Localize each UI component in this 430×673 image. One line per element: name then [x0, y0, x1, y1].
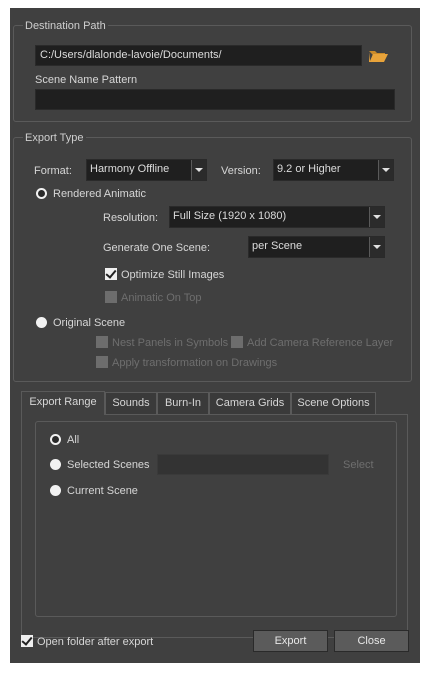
export-range-all-label: All	[67, 434, 80, 446]
folder-open-icon[interactable]	[368, 48, 390, 64]
resolution-select[interactable]: Full Size (1920 x 1080)	[169, 206, 385, 228]
add-camera-reference-checkbox[interactable]	[231, 336, 243, 348]
open-folder-label: Open folder after export	[37, 636, 154, 648]
chevron-down-icon	[369, 207, 384, 227]
generate-one-scene-label: Generate One Scene:	[103, 242, 211, 254]
current-scene-radio[interactable]	[50, 485, 61, 496]
apply-transformation-checkbox[interactable]	[96, 356, 108, 368]
tab-sounds[interactable]: Sounds	[105, 392, 157, 414]
selected-scenes-input[interactable]	[157, 454, 329, 475]
export-range-frame	[35, 421, 397, 617]
format-select[interactable]: Harmony Offline	[86, 159, 207, 181]
export-type-title: Export Type	[23, 131, 86, 145]
scene-name-pattern-label: Scene Name Pattern	[35, 74, 138, 86]
close-button[interactable]: Close	[334, 630, 409, 652]
optimize-still-images-checkbox[interactable]	[105, 268, 117, 280]
nest-panels-checkbox[interactable]	[96, 336, 108, 348]
tab-burn-in[interactable]: Burn-In	[157, 392, 209, 414]
tab-export-range[interactable]: Export Range	[21, 391, 105, 415]
version-label: Version:	[221, 165, 261, 177]
chevron-down-icon	[369, 237, 384, 257]
select-button[interactable]: Select	[343, 458, 374, 472]
version-value: 9.2 or Higher	[277, 163, 341, 175]
scene-name-pattern-input[interactable]	[35, 89, 395, 110]
generate-one-scene-value: per Scene	[252, 240, 303, 252]
chevron-down-icon	[191, 160, 206, 180]
format-label: Format:	[34, 165, 72, 177]
original-scene-radio[interactable]	[36, 317, 47, 328]
tab-panel	[21, 414, 408, 638]
export-range-all-radio[interactable]	[50, 434, 61, 445]
open-folder-checkbox[interactable]	[21, 635, 33, 647]
apply-transformation-label: Apply transformation on Drawings	[112, 357, 278, 369]
animatic-on-top-checkbox[interactable]	[105, 291, 117, 303]
generate-one-scene-select[interactable]: per Scene	[248, 236, 385, 258]
resolution-label: Resolution:	[103, 212, 159, 224]
rendered-animatic-label: Rendered Animatic	[53, 188, 146, 200]
resolution-value: Full Size (1920 x 1080)	[173, 210, 287, 222]
version-select[interactable]: 9.2 or Higher	[273, 159, 394, 181]
animatic-on-top-label: Animatic On Top	[121, 292, 202, 304]
original-scene-label: Original Scene	[53, 317, 126, 329]
destination-path-input[interactable]: C:/Users/dlalonde-lavoie/Documents/	[35, 45, 362, 66]
tab-scene-options[interactable]: Scene Options	[291, 392, 376, 414]
destination-path-title: Destination Path	[23, 19, 108, 33]
add-camera-reference-label: Add Camera Reference Layer	[247, 337, 394, 349]
current-scene-label: Current Scene	[67, 485, 138, 497]
selected-scenes-label: Selected Scenes	[67, 459, 150, 471]
nest-panels-label: Nest Panels in Symbols	[112, 337, 229, 349]
rendered-animatic-radio[interactable]	[36, 188, 47, 199]
selected-scenes-radio[interactable]	[50, 459, 61, 470]
format-value: Harmony Offline	[90, 163, 170, 175]
tab-camera-grids[interactable]: Camera Grids	[209, 392, 291, 414]
export-dialog: Destination Path C:/Users/dlalonde-lavoi…	[10, 8, 420, 663]
export-button[interactable]: Export	[253, 630, 328, 652]
chevron-down-icon	[378, 160, 393, 180]
optimize-still-images-label: Optimize Still Images	[121, 269, 225, 281]
